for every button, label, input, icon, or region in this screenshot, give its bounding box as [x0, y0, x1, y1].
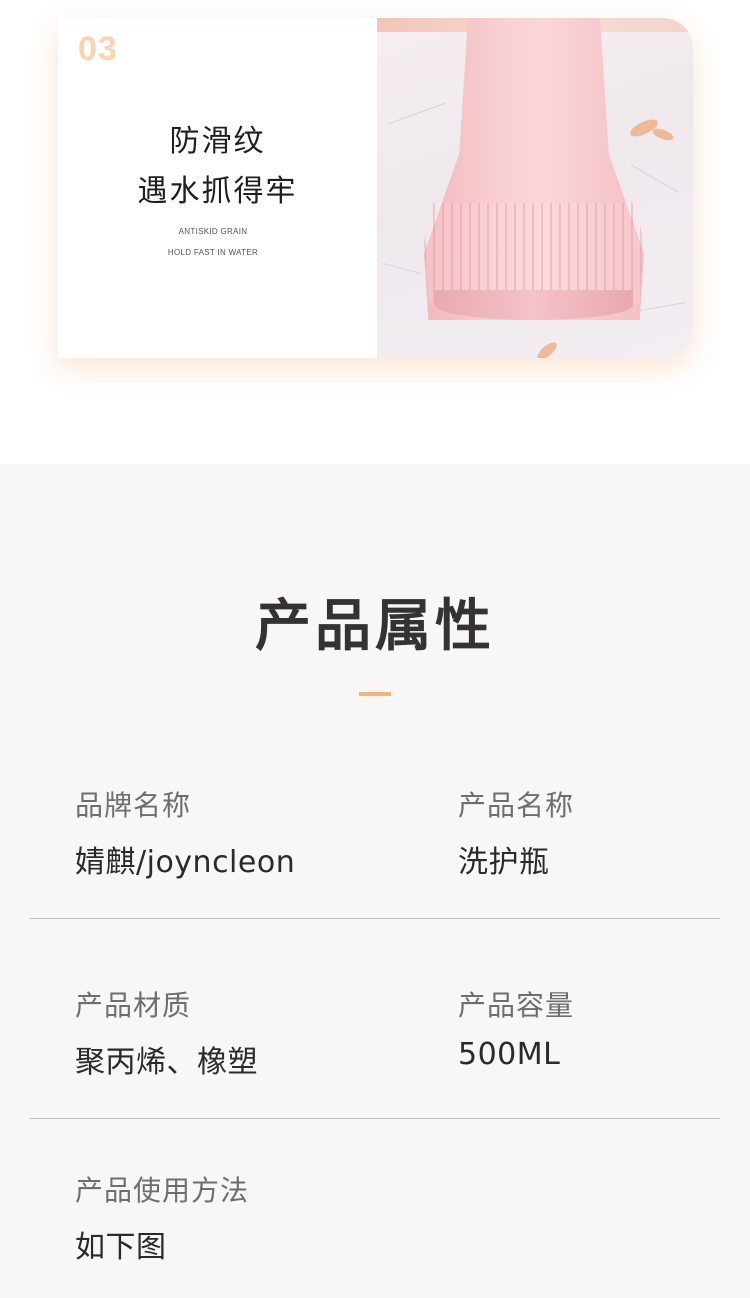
usage-value: 如下图: [75, 1230, 167, 1265]
bottle-antiskid-ribs: [424, 203, 644, 303]
feature-title-line1: 防滑纹: [169, 124, 266, 159]
petal-decoration: [534, 339, 560, 358]
brand-value: 婧麒/joyncleon: [75, 845, 296, 880]
feature-title-line2: 遇水抓得牢: [137, 174, 298, 209]
petal-decoration: [651, 126, 675, 143]
marble-vein: [388, 102, 446, 125]
feature-english-line2: HOLD FAST IN WATER: [167, 248, 259, 257]
capacity-value: 500ML: [458, 1037, 561, 1072]
feature-number: 03: [78, 30, 118, 68]
feature-text-panel: 03 防滑纹 遇水抓得牢 ANTISKID GRAIN HOLD FAST IN…: [58, 18, 377, 358]
marble-vein: [630, 164, 679, 193]
usage-label: 产品使用方法: [75, 1174, 250, 1207]
section-title: 产品属性: [255, 594, 495, 659]
brand-label: 品牌名称: [75, 789, 192, 822]
feature-section: 03 防滑纹 遇水抓得牢 ANTISKID GRAIN HOLD FAST IN…: [0, 0, 750, 464]
product-name-label: 产品名称: [458, 789, 575, 822]
product-attributes-section: 产品属性 品牌名称 婧麒/joyncleon 产品名称 洗护瓶 产品材质 聚丙烯…: [0, 464, 750, 1298]
capacity-label: 产品容量: [458, 989, 575, 1022]
bottle-photo: [377, 18, 693, 358]
row-divider: [30, 1118, 720, 1119]
title-underline: [359, 692, 391, 696]
feature-english-line1: ANTISKID GRAIN: [178, 227, 248, 236]
feature-card: 03 防滑纹 遇水抓得牢 ANTISKID GRAIN HOLD FAST IN…: [58, 18, 693, 358]
bottle-base: [435, 290, 633, 320]
product-name-value: 洗护瓶: [458, 845, 550, 880]
marble-vein: [382, 262, 422, 275]
row-divider: [30, 918, 720, 919]
material-label: 产品材质: [75, 989, 192, 1022]
material-value: 聚丙烯、橡塑: [75, 1045, 258, 1080]
